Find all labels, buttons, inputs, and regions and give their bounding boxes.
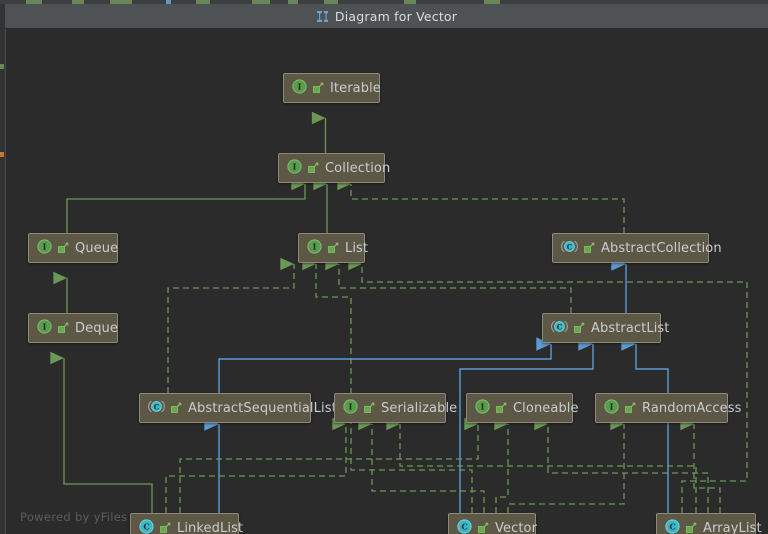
svg-text:C: C	[567, 242, 573, 251]
node-label: Vector	[495, 520, 538, 534]
interface-circle-icon: I	[287, 158, 302, 178]
svg-text:C: C	[154, 402, 160, 411]
edge-arraylist-cloneable	[534, 417, 709, 513]
node-deque[interactable]: I Deque	[28, 313, 118, 343]
node-linkedlist[interactable]: C LinkedList	[130, 513, 243, 534]
edge-queue-collection	[66, 177, 306, 233]
edge-arraylist-list	[348, 257, 748, 513]
node-label: Serializable	[381, 400, 458, 416]
yfiles-watermark: Powered by yFiles	[20, 510, 128, 524]
public-member-icon	[574, 319, 585, 338]
svg-text:I: I	[481, 401, 485, 411]
svg-text:I: I	[313, 241, 317, 251]
edge-linkedlist-serializable	[165, 417, 347, 513]
svg-text:C: C	[143, 521, 149, 531]
node-vector[interactable]: C Vector	[448, 513, 538, 534]
node-cloneable[interactable]: I Cloneable	[466, 393, 579, 423]
public-member-icon	[625, 399, 636, 418]
class-circle-icon: C	[139, 518, 154, 534]
public-member-icon	[364, 399, 375, 418]
public-member-icon	[686, 519, 697, 534]
node-abstractlist[interactable]: C AbstractList	[542, 313, 669, 343]
gutter-mark	[0, 152, 4, 157]
edge-vector-serializable	[358, 417, 485, 513]
public-member-icon	[496, 399, 507, 418]
edge-layer	[50, 111, 748, 513]
diagram-canvas[interactable]: Powered by yFiles I Iterable I Collectio…	[6, 29, 768, 534]
svg-text:C: C	[461, 521, 467, 531]
node-label: Cloneable	[513, 400, 579, 416]
node-abstractsequentiallist[interactable]: C AbstractSequentialList	[139, 393, 337, 423]
edge-arraylist-randomaccess	[680, 417, 721, 513]
node-iterable[interactable]: I Iterable	[283, 73, 381, 103]
public-member-icon	[171, 399, 182, 418]
node-label: Queue	[75, 240, 119, 256]
interface-circle-icon: I	[604, 398, 619, 418]
node-label: Iterable	[330, 80, 381, 96]
public-member-icon	[160, 519, 171, 534]
public-member-icon	[328, 239, 339, 258]
diagram-icon	[316, 10, 329, 23]
interface-circle-icon: I	[343, 398, 358, 418]
public-member-icon	[308, 159, 319, 178]
window-title: Diagram for Vector	[334, 8, 458, 24]
edge-abstractsequentiallist-list	[167, 257, 295, 393]
interface-circle-icon: I	[37, 238, 52, 258]
svg-text:I: I	[43, 241, 47, 251]
edge-vector-abstractlist	[459, 337, 594, 513]
public-member-icon	[58, 239, 69, 258]
extends-edges	[204, 257, 669, 513]
node-label: Collection	[325, 160, 391, 176]
svg-text:I: I	[43, 321, 47, 331]
class-circle-icon: C	[457, 518, 472, 534]
interface-circle-icon: I	[475, 398, 490, 418]
edge-linkedlist-cloneable	[179, 417, 479, 513]
node-label: ArrayList	[703, 520, 762, 534]
abstract-class-icon: C	[148, 399, 165, 418]
edge-arraylist-abstractlist	[621, 337, 669, 513]
node-label: AbstractCollection	[601, 240, 722, 256]
interface-circle-icon: I	[37, 318, 52, 338]
node-label: RandomAccess	[642, 400, 742, 416]
node-randomaccess[interactable]: I RandomAccess	[595, 393, 741, 423]
svg-text:C: C	[557, 322, 563, 331]
public-member-icon	[58, 319, 69, 338]
public-member-icon	[313, 79, 324, 98]
abstract-class-icon: C	[551, 319, 568, 338]
node-collection[interactable]: I Collection	[278, 153, 390, 183]
window-titlebar: Diagram for Vector	[5, 4, 768, 29]
svg-text:C: C	[669, 521, 675, 531]
abstract-class-icon: C	[561, 239, 578, 258]
gutter-mark	[0, 64, 4, 69]
svg-text:I: I	[349, 401, 353, 411]
node-label: Deque	[75, 320, 118, 336]
public-member-icon	[478, 519, 489, 534]
diagram-window: Diagram for Vector Powered by yFiles I I…	[0, 0, 768, 534]
svg-text:I: I	[293, 161, 297, 171]
node-label: AbstractList	[591, 320, 670, 336]
svg-text:I: I	[610, 401, 614, 411]
class-circle-icon: C	[665, 518, 680, 534]
node-label: AbstractSequentialList	[188, 400, 337, 416]
edge-linkedlist-deque	[50, 351, 153, 513]
svg-text:I: I	[298, 81, 302, 91]
node-label: LinkedList	[177, 520, 244, 534]
node-arraylist[interactable]: C ArrayList	[656, 513, 762, 534]
edge-vector-cloneable	[494, 417, 509, 513]
node-serializable[interactable]: I Serializable	[334, 393, 457, 423]
public-member-icon	[584, 239, 595, 258]
edge-vector-randomaccess	[507, 417, 625, 513]
edge-abstractlist-list	[325, 257, 572, 313]
node-queue[interactable]: I Queue	[28, 233, 118, 263]
edge-abstractcollection-collection	[337, 177, 625, 233]
node-list[interactable]: I List	[298, 233, 369, 263]
node-abstractcollection[interactable]: C AbstractCollection	[552, 233, 722, 263]
interface-circle-icon: I	[292, 78, 307, 98]
interface-circle-icon: I	[307, 238, 322, 258]
node-label: List	[345, 240, 369, 256]
